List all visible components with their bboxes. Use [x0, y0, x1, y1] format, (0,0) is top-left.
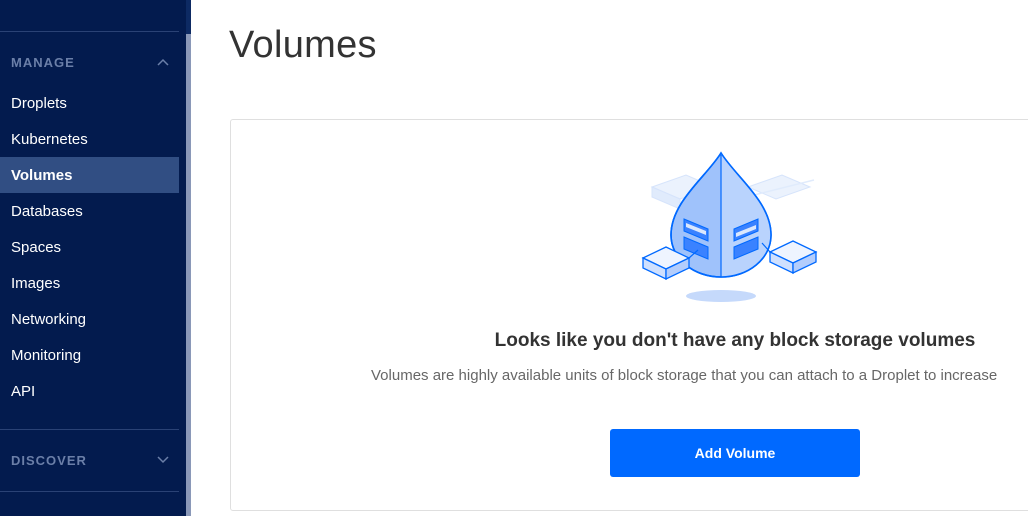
sidebar-item-kubernetes[interactable]: Kubernetes — [0, 121, 179, 157]
sidebar-item-images[interactable]: Images — [0, 265, 179, 301]
sidebar-divider — [0, 491, 179, 492]
sidebar-item-monitoring[interactable]: Monitoring — [0, 337, 179, 373]
sidebar-item-label: Databases — [11, 202, 83, 220]
sidebar-item-spaces[interactable]: Spaces — [0, 229, 179, 265]
sidebar-item-api[interactable]: API — [0, 373, 179, 409]
sidebar-item-label: Monitoring — [11, 346, 82, 364]
sidebar-item-label: Spaces — [11, 238, 62, 256]
section-header-discover[interactable]: DISCOVER — [11, 450, 171, 470]
sidebar-scrollbar-thumb[interactable] — [186, 34, 191, 516]
volume-droplet-illustration — [641, 151, 818, 302]
sidebar: MANAGE Droplets Kubernetes Volumes Datab… — [0, 0, 191, 516]
sidebar-item-label: Droplets — [11, 94, 67, 112]
chevron-down-icon — [155, 452, 171, 468]
section-label: MANAGE — [11, 54, 75, 70]
sidebar-item-networking[interactable]: Networking — [0, 301, 179, 337]
empty-state-heading: Looks like you don't have any block stor… — [494, 330, 976, 351]
sidebar-item-label: API — [11, 382, 36, 400]
add-volume-button[interactable]: Add Volume — [610, 429, 860, 477]
empty-state-description: Volumes are highly available units of bl… — [371, 367, 998, 384]
section-label: DISCOVER — [11, 452, 87, 468]
section-header-manage[interactable]: MANAGE — [11, 52, 171, 72]
sidebar-item-label: Images — [11, 274, 61, 292]
sidebar-item-label: Volumes — [11, 166, 73, 184]
sidebar-divider — [0, 429, 179, 430]
page-title: Volumes — [229, 24, 377, 66]
sidebar-item-droplets[interactable]: Droplets — [0, 85, 179, 121]
chevron-up-icon — [155, 54, 171, 70]
sidebar-item-volumes[interactable]: Volumes — [0, 157, 179, 193]
sidebar-divider — [0, 31, 179, 32]
sidebar-item-databases[interactable]: Databases — [0, 193, 179, 229]
sidebar-item-label: Kubernetes — [11, 130, 88, 148]
sidebar-item-label: Networking — [11, 310, 87, 328]
